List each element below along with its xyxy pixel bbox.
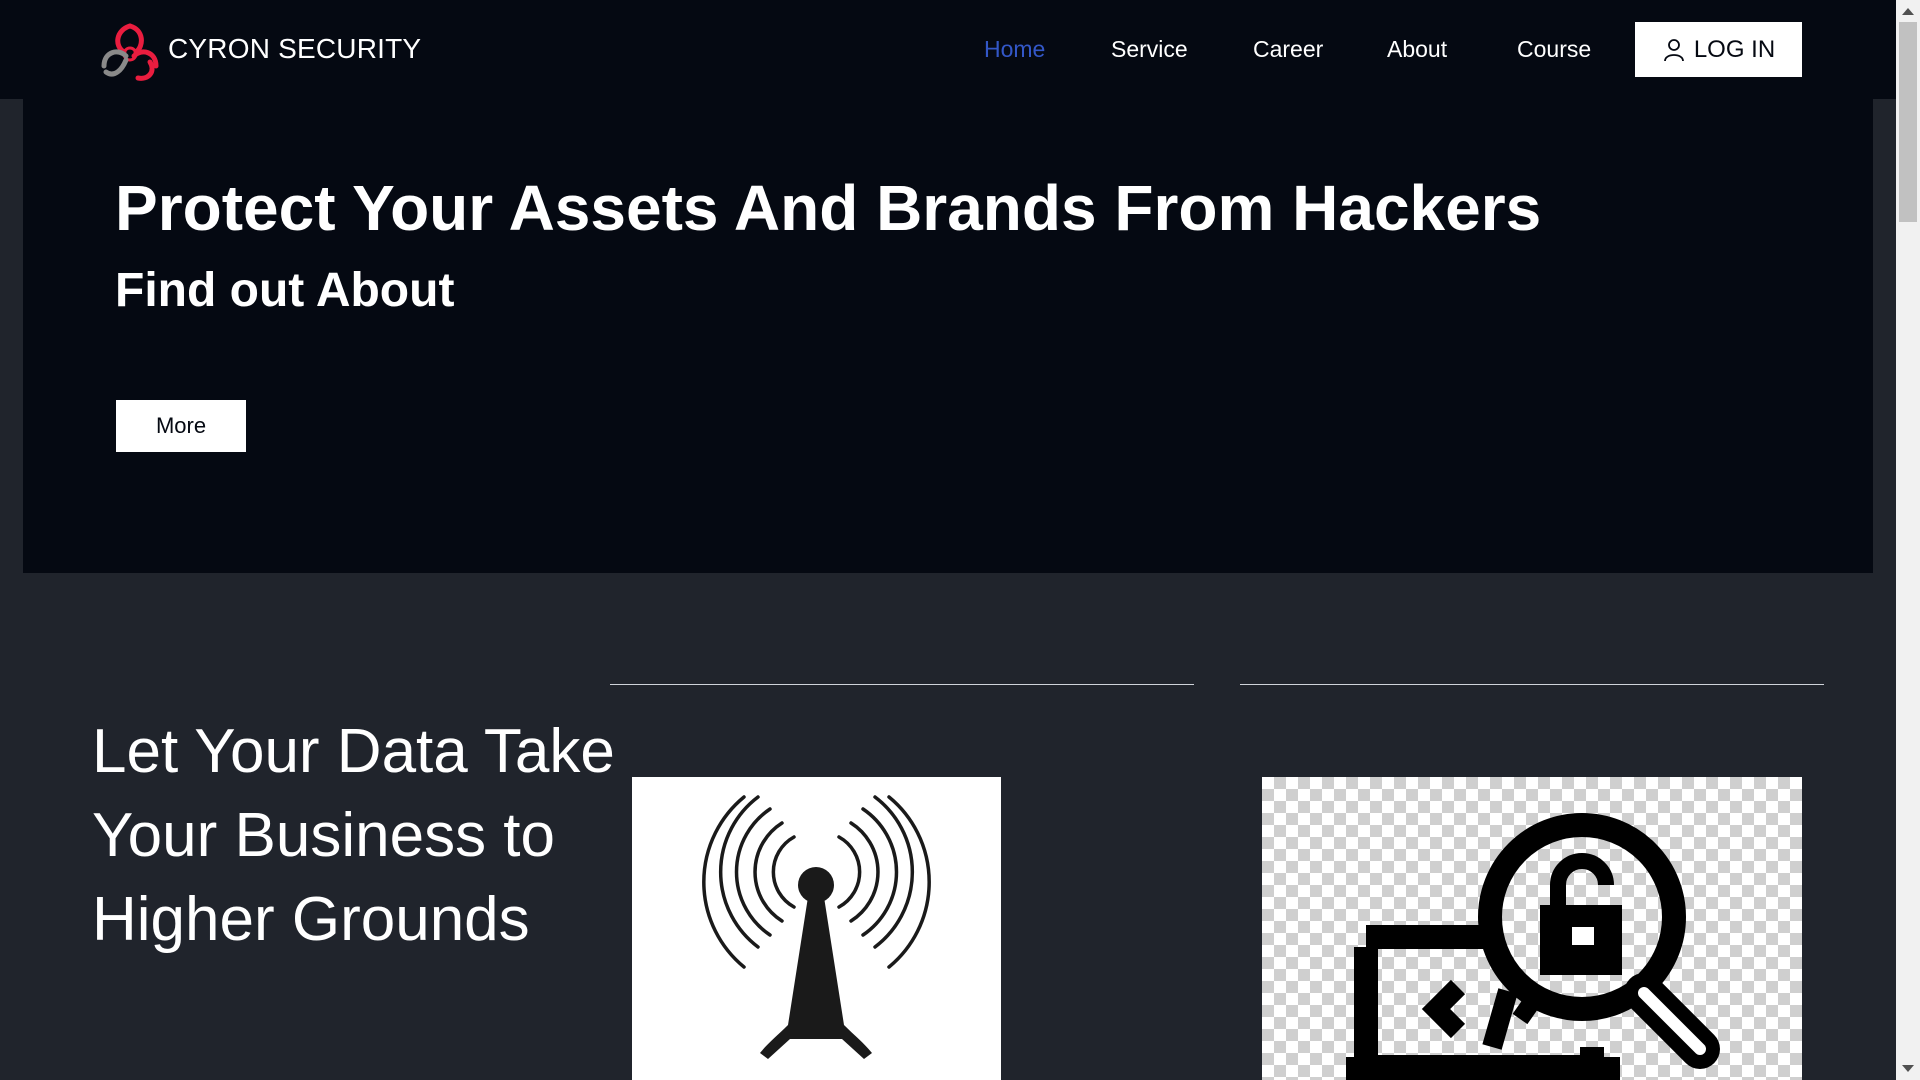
scrollbar-thumb[interactable]: [1899, 22, 1917, 222]
laptop-magnifier-lock-icon: [1346, 813, 1720, 1080]
hero-banner: Protect Your Assets And Brands From Hack…: [23, 99, 1873, 573]
radio-tower-image: [632, 777, 1001, 1080]
divider-line: [610, 684, 1194, 685]
brand-name[interactable]: CYRON SECURITY: [168, 33, 421, 65]
user-icon: [1663, 38, 1684, 61]
nav-home[interactable]: Home: [984, 36, 1045, 63]
more-button[interactable]: More: [116, 400, 246, 452]
divider-line: [1240, 684, 1824, 685]
nav-service[interactable]: Service: [1111, 36, 1188, 63]
tagline-line: Higher Grounds: [92, 885, 530, 954]
radio-tower-icon: [702, 795, 931, 1059]
hero-subtitle: Find out About: [115, 264, 455, 317]
scroll-down-arrow-icon[interactable]: [1902, 1065, 1914, 1072]
security-scan-image: [1262, 777, 1802, 1080]
biohazard-logo-icon[interactable]: [98, 22, 162, 82]
vertical-scrollbar[interactable]: [1896, 0, 1920, 1080]
nav-course[interactable]: Course: [1517, 36, 1591, 63]
tagline-line: Your Business to: [92, 801, 556, 870]
scroll-up-arrow-icon[interactable]: [1902, 8, 1914, 15]
nav-about[interactable]: About: [1387, 36, 1447, 63]
hero-title: Protect Your Assets And Brands From Hack…: [115, 172, 1542, 244]
section-tagline: Let Your Data Take Your Business to High…: [92, 710, 652, 962]
tagline-line: Let Your Data Take: [92, 717, 615, 786]
login-button[interactable]: LOG IN: [1635, 22, 1802, 77]
login-label: LOG IN: [1693, 35, 1776, 63]
top-navbar: CYRON SECURITY Home Service Career About…: [0, 0, 1896, 99]
nav-career[interactable]: Career: [1253, 36, 1323, 63]
